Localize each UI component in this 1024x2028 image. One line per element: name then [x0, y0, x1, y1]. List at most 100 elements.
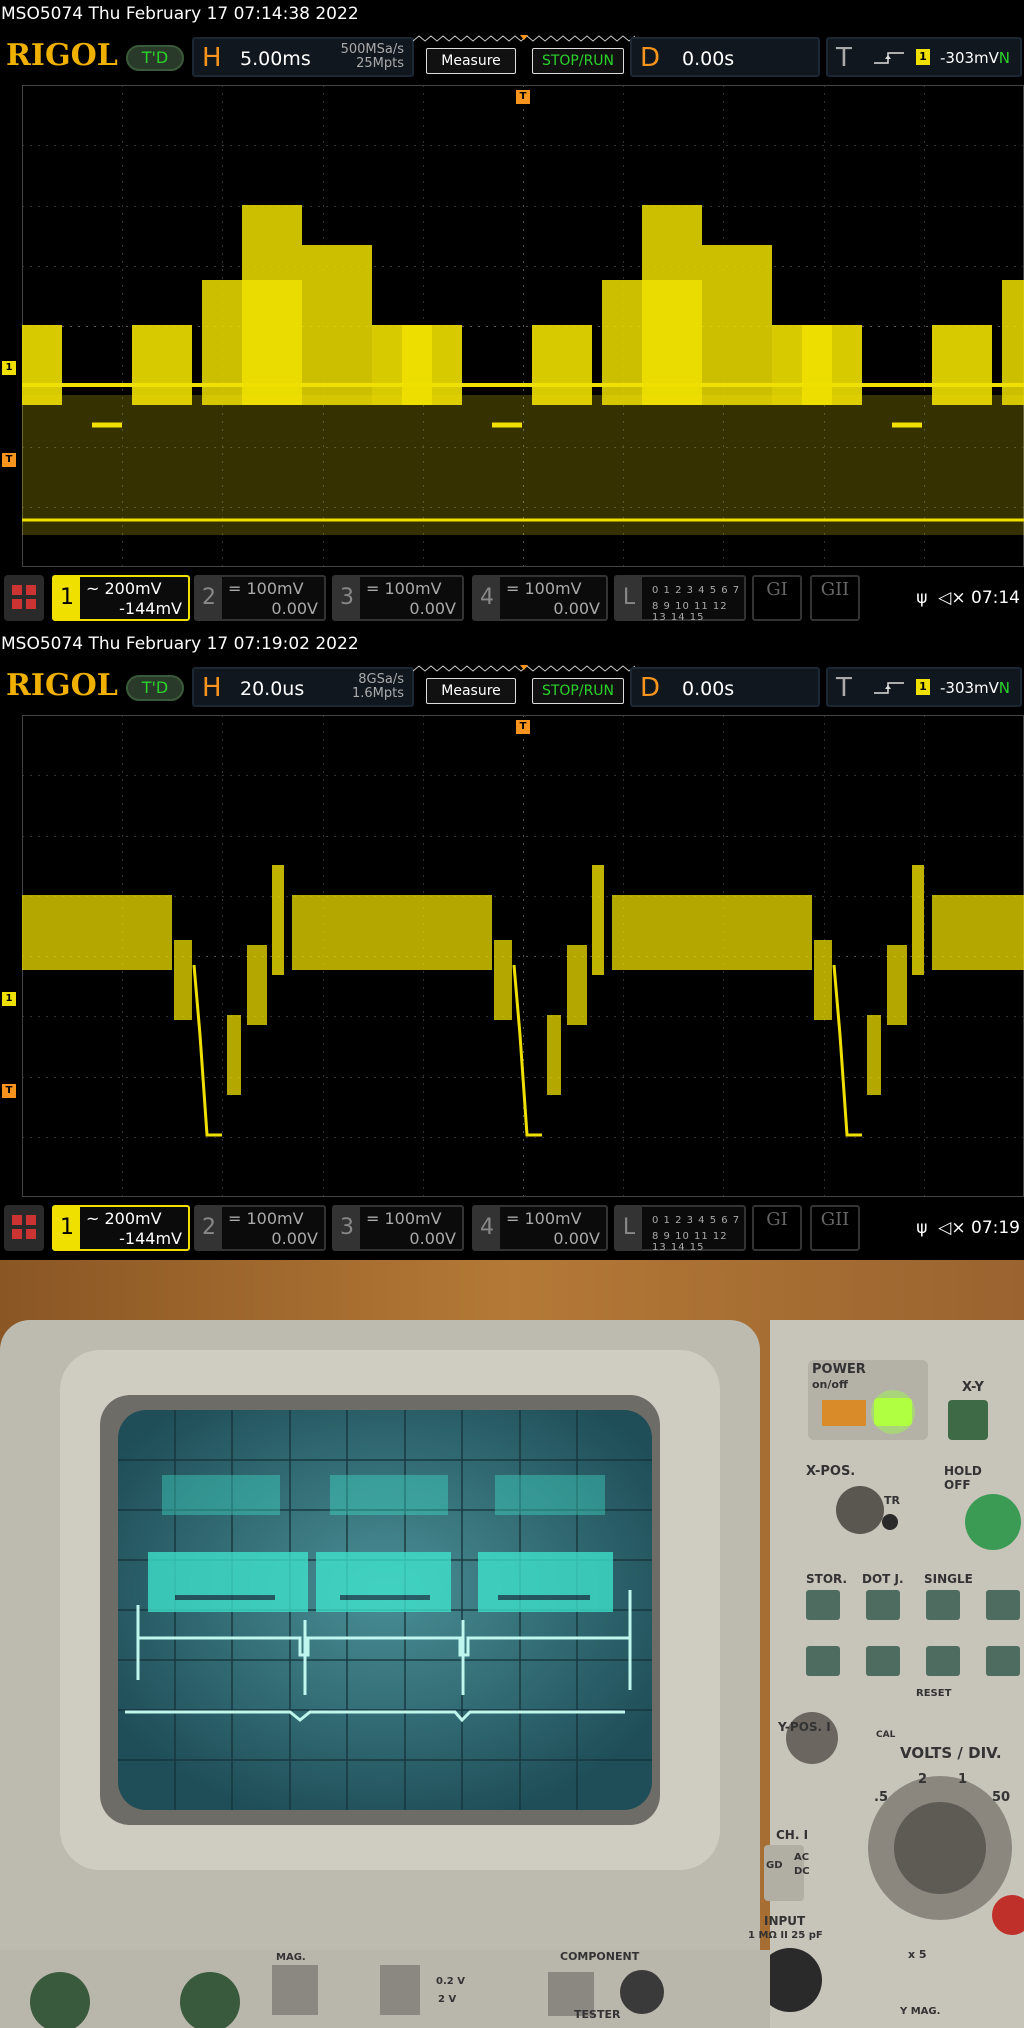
waveform-position-indicator — [413, 35, 635, 42]
channel-number: 3 — [334, 577, 360, 619]
menu-button[interactable] — [4, 575, 44, 621]
waveform-display[interactable] — [22, 85, 1024, 567]
generator1-button[interactable]: GI — [752, 1205, 802, 1251]
channel2-box[interactable]: 2 = 100mV 0.00V — [194, 575, 326, 621]
rigol-logo: RIGOL — [6, 38, 118, 73]
waveform-trace — [192, 964, 222, 1137]
delay-box[interactable]: D 0.00s — [630, 37, 820, 77]
horizontal-timebase-box[interactable]: H 5.00ms 500MSa/s 25Mpts — [192, 37, 414, 77]
usb-icon: ψ — [916, 588, 928, 608]
memory-depth: 25Mpts — [356, 56, 404, 71]
single-label: SINGLE — [924, 1572, 973, 1586]
channel2-box[interactable]: 2 = 100mV 0.00V — [194, 1205, 326, 1251]
trigger-mode: N — [998, 49, 1010, 67]
generator2-button[interactable]: GII — [810, 1205, 860, 1251]
waveform-burst — [567, 945, 587, 1025]
channel-number: 4 — [474, 1207, 500, 1249]
tester-label: TESTER — [574, 2008, 621, 2021]
coupling-icon: = — [228, 579, 242, 598]
channel-offset: 0.00V — [271, 1229, 318, 1248]
waveform-burst — [912, 865, 924, 975]
waveform-burst — [642, 205, 702, 405]
channel-number: 3 — [334, 1207, 360, 1249]
waveform-burst — [272, 865, 284, 975]
acquisition-mode-badge[interactable]: T'D — [126, 675, 184, 701]
channel-offset: 0.00V — [409, 599, 456, 618]
acquisition-mode-badge[interactable]: T'D — [126, 45, 184, 71]
logic-channels-box[interactable]: L 0 1 2 3 4 5 6 7 8 9 10 11 12 13 14 15 — [614, 575, 746, 623]
clock-time: 07:19 — [971, 1218, 1020, 1238]
waveform-display[interactable] — [22, 715, 1024, 1197]
trigger-box[interactable]: T 1 -303mV N — [826, 37, 1022, 77]
trigger-box[interactable]: T 1 -303mV N — [826, 667, 1022, 707]
delay-value: 0.00s — [682, 48, 735, 70]
volts-2-label: 2 — [918, 1772, 928, 1787]
channel1-box[interactable]: 1 ~ 200mV -144mV — [52, 575, 190, 621]
channel4-box[interactable]: 4 = 100mV 0.00V — [472, 1205, 608, 1251]
onoff-label: on/off — [812, 1378, 848, 1391]
power-label: POWER — [812, 1362, 866, 1377]
measure-button[interactable]: Measure — [426, 678, 516, 704]
menu-button[interactable] — [4, 1205, 44, 1251]
trigger-level-marker[interactable]: T — [2, 453, 16, 467]
logic-channels-box[interactable]: L 0 1 2 3 4 5 6 7 8 9 10 11 12 13 14 15 — [614, 1205, 746, 1253]
generator2-button[interactable]: GII — [810, 575, 860, 621]
usb-icon: ψ — [916, 1218, 928, 1238]
reset-label: RESET — [916, 1688, 952, 1699]
channel3-box[interactable]: 3 = 100mV 0.00V — [332, 575, 464, 621]
timebase-value: 20.0us — [240, 678, 305, 700]
memory-depth: 1.6Mpts — [351, 686, 404, 701]
horizontal-timebase-box[interactable]: H 20.0us 8GSa/s 1.6Mpts — [192, 667, 414, 707]
status-area: ψ ◁× 07:14 — [916, 588, 1020, 608]
channel1-marker[interactable]: 1 — [2, 361, 16, 375]
volts-div-label: VOLTS / DIV. — [900, 1744, 1002, 1762]
trigger-position-marker[interactable]: T — [516, 720, 530, 734]
cal-2v-label: 2 V — [438, 1994, 457, 2005]
waveform-burst — [22, 325, 62, 405]
horizontal-key: H — [202, 673, 222, 703]
waveform-burst — [547, 1015, 561, 1095]
waveform-burst — [242, 205, 302, 405]
top-toolbar: RIGOL T'D H 20.0us 8GSa/s 1.6Mpts Measur… — [0, 660, 1024, 710]
logic-row-1: 0 1 2 3 4 5 6 7 — [652, 585, 741, 596]
channel1-marker[interactable]: 1 — [2, 992, 16, 1006]
channel-scale: 100mV — [384, 579, 442, 598]
input-label: INPUT — [764, 1914, 806, 1928]
channel-scale: 200mV — [104, 579, 162, 598]
xy-label: X-Y — [962, 1380, 984, 1395]
generator1-button[interactable]: GI — [752, 575, 802, 621]
channel3-box[interactable]: 3 = 100mV 0.00V — [332, 1205, 464, 1251]
bottom-channel-bar: 1 ~ 200mV -144mV 2 = 100mV 0.00V 3 = 100… — [0, 570, 1024, 626]
waveform-burst — [887, 945, 907, 1025]
coupling-icon: ~ — [86, 1209, 100, 1228]
channel-number: 2 — [196, 577, 222, 619]
coupling-icon: ~ — [86, 579, 100, 598]
delay-box[interactable]: D 0.00s — [630, 667, 820, 707]
channel-number: 1 — [54, 1207, 80, 1249]
channel4-box[interactable]: 4 = 100mV 0.00V — [472, 575, 608, 621]
measure-button[interactable]: Measure — [426, 48, 516, 74]
logic-key: L — [616, 577, 642, 619]
waveform-noise-band — [22, 395, 1024, 535]
sample-rate: 500MSa/s — [340, 42, 404, 57]
trigger-source-badge: 1 — [916, 49, 930, 65]
ch1-label: CH. I — [776, 1828, 809, 1842]
channel-scale: 100mV — [384, 1209, 442, 1228]
y-mag-label: Y MAG. — [900, 2006, 941, 2017]
logic-key: L — [616, 1207, 642, 1249]
channel-scale: 100mV — [246, 579, 304, 598]
waveform-burst — [292, 895, 342, 970]
stop-run-button[interactable]: STOP/RUN — [532, 48, 624, 74]
channel-offset: 0.00V — [553, 599, 600, 618]
trigger-position-marker[interactable]: T — [516, 90, 530, 104]
stop-run-button[interactable]: STOP/RUN — [532, 678, 624, 704]
trigger-level: -303mV — [940, 49, 999, 67]
channel-offset: 0.00V — [271, 599, 318, 618]
volts-50-label: 50 — [992, 1790, 1011, 1805]
delay-value: 0.00s — [682, 678, 735, 700]
mag-label: MAG. — [276, 1952, 306, 1963]
trigger-level-marker[interactable]: T — [2, 1084, 16, 1098]
channel1-box[interactable]: 1 ~ 200mV -144mV — [52, 1205, 190, 1251]
gd-label: GD — [766, 1860, 783, 1871]
rising-edge-icon — [874, 682, 904, 694]
